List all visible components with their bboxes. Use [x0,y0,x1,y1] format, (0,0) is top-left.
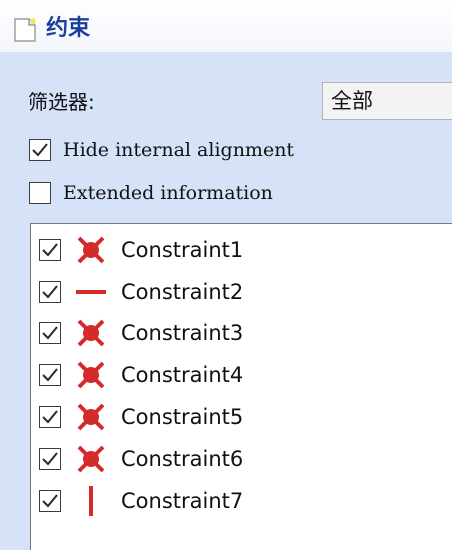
constraint-checkbox[interactable] [39,448,61,470]
constraint-label: Constraint2 [121,280,244,304]
constraint-list-item[interactable]: Constraint7 [31,479,451,519]
panel-title: 约束 [46,16,91,41]
checkmark-icon [42,326,58,340]
constraint-checkbox[interactable] [39,239,61,261]
constraint-list-item[interactable]: Constraint5 [31,395,451,435]
constraint-list-item[interactable]: Constraint4 [31,353,451,393]
filter-dropdown[interactable]: 全部 [322,82,452,120]
checkmark-icon [42,243,58,257]
coincident-icon [77,361,105,389]
coincident-icon [77,236,105,264]
constraint-label: Constraint4 [121,363,244,387]
constraints-panel: 约束 筛选器: 全部 Hide internal alignment Exten… [0,0,452,550]
constraint-list-item[interactable]: Constraint2 [31,270,451,310]
filter-selected-value: 全部 [331,89,373,113]
constraint-label: Constraint6 [121,447,244,471]
constraint-checkbox[interactable] [39,490,61,512]
checkmark-icon [42,368,58,382]
constraint-checkbox[interactable] [39,281,61,303]
constraint-checkbox[interactable] [39,322,61,344]
constraint-label: Constraint5 [121,405,244,429]
constraint-label: Constraint1 [121,238,244,262]
checkmark-icon [42,452,58,466]
checkmark-icon [42,410,58,424]
constraint-checkbox[interactable] [39,406,61,428]
checkmark-icon [42,494,58,508]
constraint-checkbox[interactable] [39,364,61,386]
constraint-label: Constraint3 [121,321,244,345]
hide-internal-alignment-label: Hide internal alignment [63,139,295,161]
hide-internal-alignment-checkbox[interactable] [29,139,51,161]
constraint-list-item[interactable]: Constraint1 [31,228,451,268]
extended-information-label: Extended information [63,182,273,204]
coincident-icon [77,403,105,431]
document-icon [14,18,36,42]
vertical-icon [89,486,93,516]
coincident-icon [77,319,105,347]
extended-information-checkbox[interactable] [29,182,51,204]
panel-title-bar: 约束 [0,0,452,53]
constraint-list: Constraint1 Constraint2 Constraint3 Cons… [30,223,452,550]
checkmark-icon [42,285,58,299]
constraint-list-item[interactable]: Constraint3 [31,311,451,351]
constraint-list-item[interactable]: Constraint6 [31,437,451,477]
coincident-icon [77,445,105,473]
checkmark-icon [32,143,48,157]
filter-label: 筛选器: [28,90,95,114]
horizontal-icon [76,290,106,294]
constraint-label: Constraint7 [121,489,244,513]
